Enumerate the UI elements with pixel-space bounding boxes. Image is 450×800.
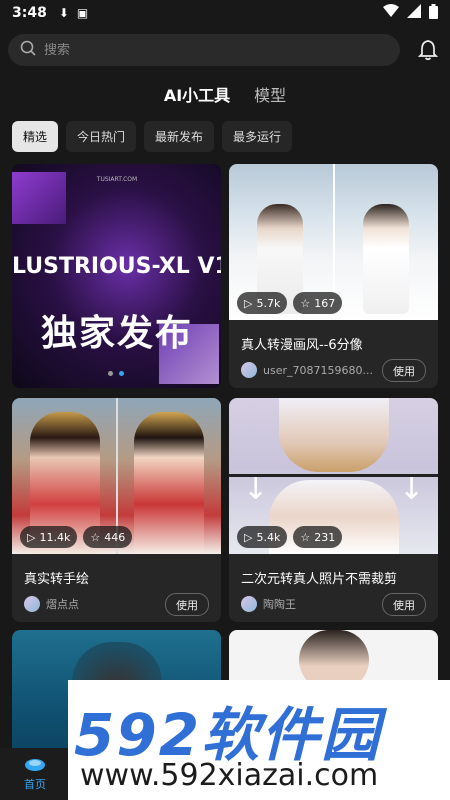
carousel-dots [108, 371, 124, 376]
tab-ai-tools[interactable]: AI小工具 [164, 82, 230, 106]
star-icon: ☆ [90, 530, 101, 544]
status-bar: 3:48 ⬇ ▣ [0, 0, 450, 26]
watermark: 592软件园 www.592xiazai.com [68, 680, 450, 800]
app-notification-icon: ▣ [76, 6, 89, 20]
carousel-dot[interactable] [108, 371, 113, 376]
figure-right [134, 412, 204, 554]
card-title: 二次元转真人照片不需裁剪 [241, 572, 398, 587]
views-count: 5.7k [256, 296, 281, 310]
tab-models[interactable]: 模型 [254, 82, 286, 106]
status-time: 3:48 [12, 5, 47, 21]
filter-most-run[interactable]: 最多运行 [222, 121, 293, 152]
search-icon [20, 40, 36, 60]
avatar [24, 596, 40, 612]
stars-count: 231 [314, 530, 336, 544]
views-count: 5.4k [256, 530, 281, 544]
stars-count: 167 [314, 296, 336, 310]
star-icon: ☆ [300, 530, 311, 544]
tool-card[interactable]: ▷ 5.7k ☆ 167 真人转漫画风--6分像 user_7087159680..… [229, 164, 438, 388]
views-badge: ▷ 11.4k [20, 526, 78, 548]
battery-icon [429, 3, 438, 23]
search-input[interactable] [44, 42, 364, 58]
wifi-icon [383, 4, 399, 22]
stars-badge: ☆ 446 [83, 526, 133, 548]
filter-today-hot[interactable]: 今日热门 [66, 121, 137, 152]
stars-count: 446 [104, 530, 126, 544]
bottom-nav-home[interactable]: 首页 [0, 748, 70, 800]
banner-subtitle: 独家发布 [40, 313, 193, 354]
stars-badge: ☆ 167 [293, 292, 343, 314]
featured-banner[interactable]: TUSIART.COM LUSTRIOUS-XL V1 独家发布 [12, 164, 221, 388]
figure-top [279, 398, 389, 472]
filter-featured[interactable]: 精选 [12, 121, 59, 152]
search-row [8, 34, 442, 66]
banner-title: LUSTRIOUS-XL V1 [12, 254, 221, 279]
arrow-down-icon: ↓ [398, 472, 424, 507]
card-stats: ▷ 11.4k ☆ 446 [20, 526, 133, 548]
download-icon: ⬇ [58, 6, 69, 20]
tool-card[interactable]: ↓ ↓ ▷ 5.4k ☆ 231 二次元转真人照片不需裁剪 陶陶王 使用 [229, 398, 438, 622]
figure-right [363, 204, 409, 314]
filter-chips: 精选 今日热门 最新发布 最多运行 [12, 121, 293, 152]
search-bar[interactable] [8, 34, 400, 66]
banner-small-text: TUSIART.COM [96, 176, 138, 183]
author-name: user_7087159680... [263, 363, 373, 377]
use-button[interactable]: 使用 [382, 593, 426, 616]
tool-card[interactable]: ▷ 11.4k ☆ 446 真实转手绘 熠点点 使用 [12, 398, 221, 622]
stars-badge: ☆ 231 [293, 526, 343, 548]
card-title: 真实转手绘 [24, 572, 90, 587]
home-label: 首页 [24, 777, 46, 791]
star-icon: ☆ [300, 296, 311, 310]
top-tabs: AI小工具 模型 [0, 82, 450, 106]
views-badge: ▷ 5.7k [237, 292, 288, 314]
card-author: user_7087159680... [241, 362, 373, 378]
play-icon: ▷ [244, 530, 253, 544]
use-button[interactable]: 使用 [165, 593, 209, 616]
card-title: 真人转漫画风--6分像 [241, 338, 363, 353]
carousel-dot-active[interactable] [119, 371, 124, 376]
avatar [241, 362, 257, 378]
views-count: 11.4k [39, 530, 71, 544]
watermark-url: www.592xiazai.com [80, 758, 379, 793]
use-button[interactable]: 使用 [382, 359, 426, 382]
views-badge: ▷ 5.4k [237, 526, 288, 548]
signal-icon [407, 4, 421, 22]
author-name: 陶陶王 [263, 598, 296, 611]
card-stats: ▷ 5.4k ☆ 231 [237, 526, 343, 548]
arrow-down-icon: ↓ [243, 472, 269, 507]
play-icon: ▷ [27, 530, 36, 544]
home-icon [24, 757, 46, 776]
card-author: 熠点点 [24, 596, 79, 612]
author-name: 熠点点 [46, 598, 79, 611]
avatar [241, 596, 257, 612]
filter-newest[interactable]: 最新发布 [144, 121, 215, 152]
card-author: 陶陶王 [241, 596, 296, 612]
banner-character-top [12, 172, 66, 224]
bell-icon[interactable] [414, 36, 442, 64]
play-icon: ▷ [244, 296, 253, 310]
card-stats: ▷ 5.7k ☆ 167 [237, 292, 343, 314]
